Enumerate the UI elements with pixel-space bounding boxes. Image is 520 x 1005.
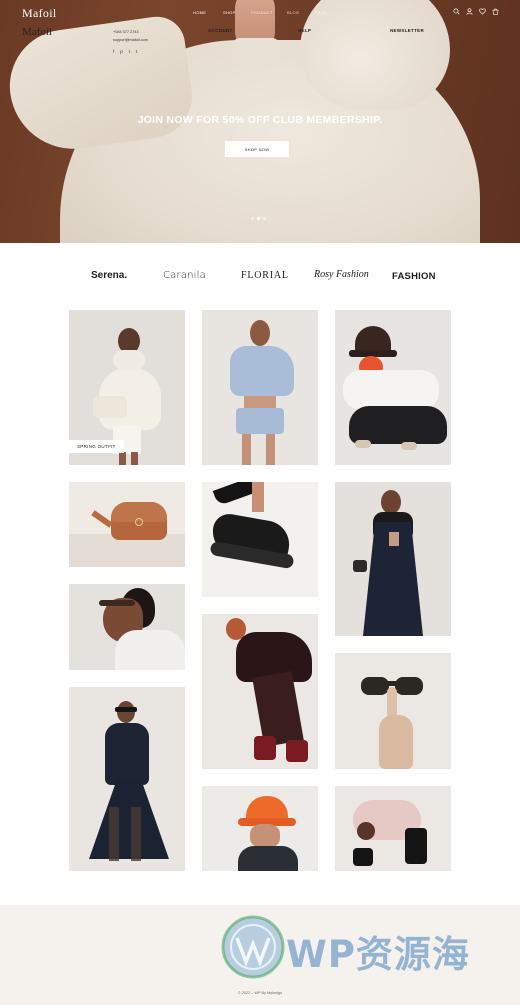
brand-logo-rosy-fashion[interactable]: Rosy Fashion <box>314 269 369 280</box>
slider-dot[interactable] <box>263 217 266 220</box>
hero-headline: JOIN NOW FOR 50% OFF CLUB MEMBERSHIP. <box>137 114 383 126</box>
gallery-image-bag[interactable] <box>69 482 185 567</box>
slider-dot-active[interactable] <box>257 217 260 220</box>
gallery-image-sunglasses-profile[interactable] <box>69 584 185 670</box>
gallery-image-orange-hat[interactable] <box>202 786 318 871</box>
brand-logo-fashion[interactable]: FASHION <box>392 271 436 282</box>
hero-model-cuff <box>232 38 280 64</box>
wordpress-logo-icon <box>221 915 285 979</box>
hero-banner: Mafoil HOME SHOP PRODUCT BLOG PAGE JOIN … <box>0 0 520 243</box>
menu-item-product[interactable]: PRODUCT <box>251 10 273 15</box>
footer-contact: +084 377 2743 support@mafoil.com <box>113 28 148 44</box>
footer-column-title: ACCOUNT <box>208 28 233 33</box>
spring-outfit-label[interactable]: SPRING OUTFIT <box>69 440 124 453</box>
search-icon[interactable] <box>453 8 460 15</box>
top-navigation: Mafoil HOME SHOP PRODUCT BLOG PAGE <box>0 0 520 26</box>
menu-item-blog[interactable]: BLOG <box>287 10 299 15</box>
slider-dots <box>251 217 266 220</box>
footer-column-title: NEWSLETTER <box>390 28 424 33</box>
copyright-text: © 2022 – WP By Mylonigo <box>237 991 283 995</box>
menu-item-shop[interactable]: SHOP <box>223 10 236 15</box>
footer-column-account: ACCOUNT <box>208 28 233 38</box>
header-actions <box>453 8 499 15</box>
brand-logo-caranila[interactable]: Caranila <box>163 270 206 281</box>
tumblr-icon[interactable]: t <box>136 49 137 54</box>
gallery-image-navy-coat[interactable] <box>335 482 451 636</box>
gallery-image-black-hat[interactable] <box>335 310 451 465</box>
gallery-image-sneaker[interactable] <box>202 482 318 597</box>
pinterest-icon[interactable]: p <box>120 49 123 54</box>
heart-icon[interactable] <box>479 8 486 15</box>
footer-column-help: HELP <box>298 28 311 38</box>
footer-phone[interactable]: +084 377 2743 <box>113 28 148 36</box>
shop-now-button[interactable]: SHOP NOW <box>225 141 289 157</box>
footer-logo[interactable]: Mafoil <box>22 26 52 38</box>
gallery-image-pink-pants[interactable] <box>335 786 451 871</box>
footer-column-title: HELP <box>298 28 312 33</box>
gallery-image-blue-outfit[interactable] <box>202 310 318 465</box>
footer-column-newsletter: NEWSLETTER <box>390 28 424 38</box>
cart-icon[interactable] <box>492 8 499 15</box>
gallery-image-sunglasses-hand[interactable] <box>335 653 451 769</box>
watermark-text: WP资源海 <box>286 933 470 976</box>
brand-logo-florial[interactable]: FLORIAL <box>241 270 289 281</box>
brand-logo-serena[interactable]: Serena. <box>91 270 127 281</box>
facebook-icon[interactable]: f <box>113 49 114 54</box>
gallery-image-red-boots[interactable] <box>202 614 318 769</box>
slider-dot[interactable] <box>251 217 254 220</box>
twitter-icon[interactable]: t <box>129 49 130 54</box>
footer-social-links: f p t t <box>113 49 137 54</box>
menu-item-page[interactable]: PAGE <box>315 10 327 15</box>
user-icon[interactable] <box>466 8 473 15</box>
gallery-image-navy-dress[interactable] <box>69 687 185 871</box>
site-logo[interactable]: Mafoil <box>22 6 56 21</box>
footer-email[interactable]: support@mafoil.com <box>113 36 148 44</box>
gallery-image-spring-outfit[interactable]: SPRING OUTFIT <box>69 310 185 465</box>
menu-item-home[interactable]: HOME <box>193 10 206 15</box>
